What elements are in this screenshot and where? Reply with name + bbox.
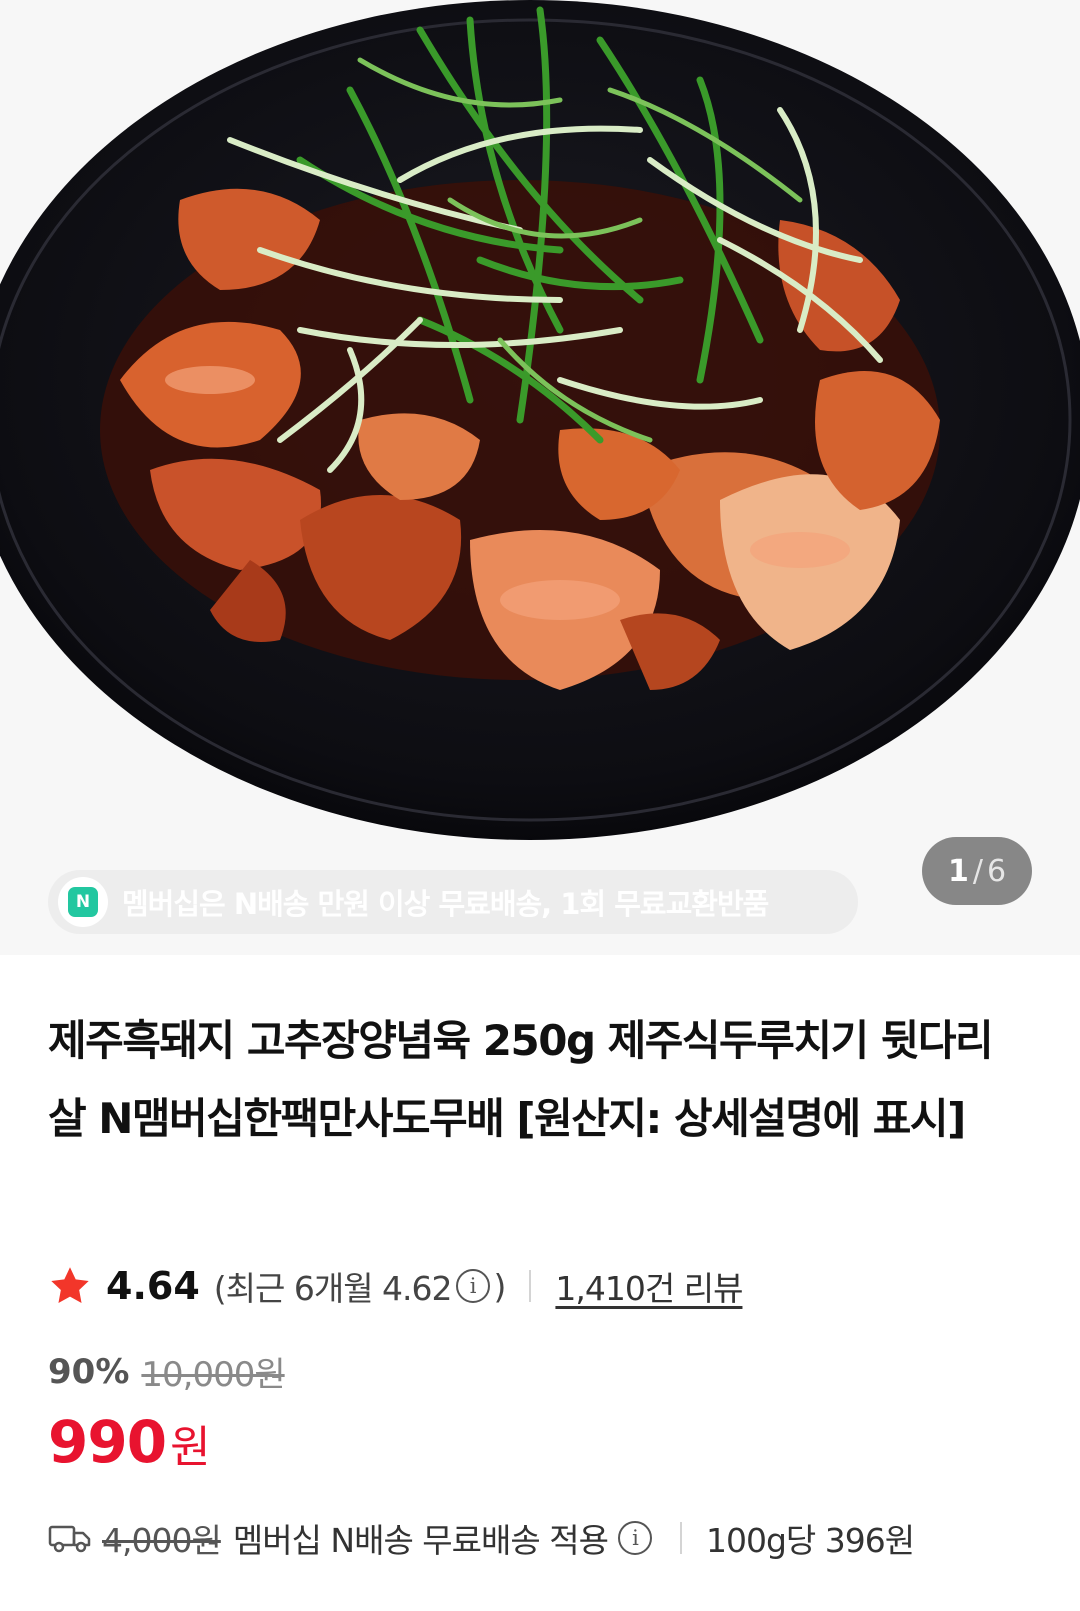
sale-price: 990 원 <box>48 1408 211 1476</box>
star-icon <box>51 1267 89 1304</box>
membership-banner[interactable]: N 멤버십은 N배송 만원 이상 무료배송, 1회 무료교환반품 <box>48 870 858 934</box>
product-title: 제주흑돼지 고추장양념육 250g 제주식두루치기 뒷다리살 N맴버십한팩만사도… <box>48 1016 994 1143</box>
recent-rating-close: ) <box>493 1266 507 1306</box>
unit-price: 100g당 396원 <box>705 1521 915 1560</box>
shipping-description: 멤버십 N배송 무료배송 적용 <box>232 1521 609 1560</box>
shipping-row: 4,000원 멤버십 N배송 무료배송 적용 i 100g당 396원 <box>48 1510 915 1566</box>
rating-row: 4.64 (최근 6개월 4.62 i ) 1,410건 리뷰 <box>48 1258 743 1314</box>
membership-banner-text: 멤버십은 N배송 만원 이상 무료배송, 1회 무료교환반품 <box>122 887 769 921</box>
discount-rate: 90% <box>48 1351 130 1392</box>
sale-price-unit: 원 <box>170 1422 211 1473</box>
recent-rating: (최근 6개월 4.62 i ) <box>213 1262 507 1310</box>
divider <box>679 1522 682 1554</box>
product-image <box>0 0 1080 955</box>
image-page-counter: 1 / 6 <box>922 837 1032 905</box>
n-membership-icon: N <box>58 877 108 927</box>
review-count-link[interactable]: 1,410건 리뷰 <box>555 1262 743 1310</box>
total-image-count: 6 <box>986 853 1007 889</box>
shipping-info-icon[interactable]: i <box>617 1521 652 1555</box>
rating-value: 4.64 <box>106 1264 200 1308</box>
product-image-carousel[interactable]: N 멤버십은 N배송 만원 이상 무료배송, 1회 무료교환반품 1 / 6 <box>0 0 1080 955</box>
sale-price-value: 990 <box>48 1408 167 1476</box>
n-membership-badge-label: N <box>68 887 98 917</box>
page-counter-separator: / <box>972 853 983 889</box>
divider <box>529 1270 532 1302</box>
recent-rating-text: (최근 6개월 4.62 <box>213 1269 453 1308</box>
discount-row: 90% 10,000원 <box>48 1347 286 1396</box>
original-price: 10,000원 <box>141 1355 285 1395</box>
info-icon[interactable]: i <box>455 1269 490 1303</box>
truck-icon <box>48 1525 91 1553</box>
original-shipping-fee: 4,000원 <box>102 1521 222 1560</box>
current-image-index: 1 <box>947 853 969 889</box>
